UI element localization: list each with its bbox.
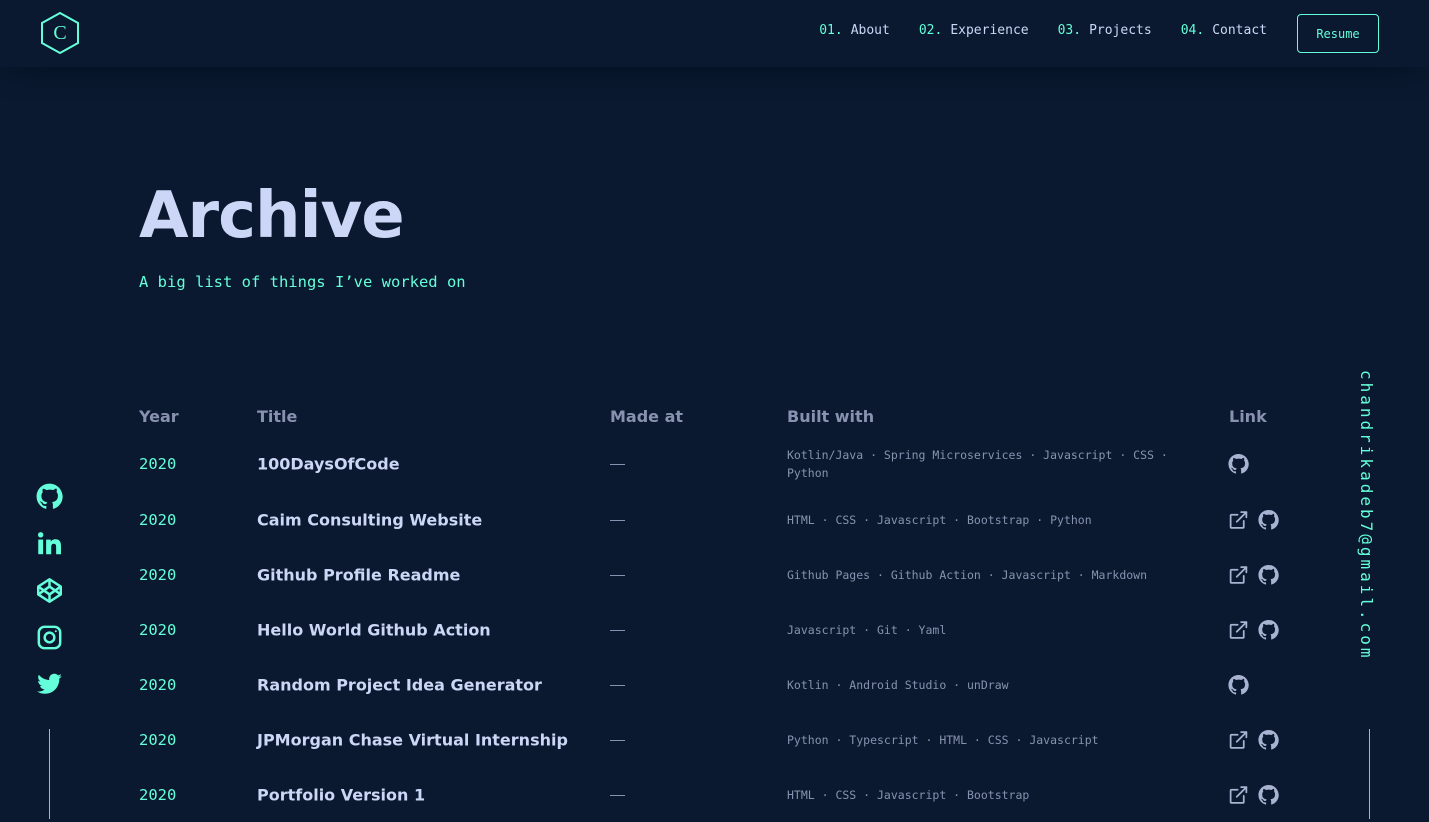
archive-table: Year Title Made at Built with Link 2020 1… xyxy=(139,398,1299,822)
nav-label: Experience xyxy=(950,23,1029,38)
row-built-with: Kotlin · Android Studio · unDraw xyxy=(787,677,1009,692)
table-body: 2020 100DaysOfCode — Kotlin/Java · Spring M… xyxy=(139,436,1299,822)
nav-label: Contact xyxy=(1212,23,1267,38)
row-title: Random Project Idea Generator xyxy=(257,675,542,694)
row-built-with: Github Pages · Github Action · Javascrip… xyxy=(787,567,1148,582)
external-link-icon[interactable] xyxy=(1228,619,1249,640)
nav-link-contact[interactable]: 04. Contact xyxy=(1181,23,1267,38)
page-subtitle: A big list of things I’ve worked on xyxy=(139,273,466,291)
row-built-with: Javascript · Git · Yaml xyxy=(787,622,947,637)
nav-number: 02. xyxy=(918,23,943,38)
external-link-icon[interactable] xyxy=(1228,784,1249,805)
header-made-at: Made at xyxy=(610,407,684,426)
row-year: 2020 xyxy=(139,510,177,529)
social-links xyxy=(36,483,63,718)
nav-link-about[interactable]: 01. About xyxy=(819,23,890,38)
nav-label: About xyxy=(850,23,890,38)
row-links xyxy=(1228,509,1279,530)
page-title: Archive xyxy=(139,179,405,253)
row-links xyxy=(1228,619,1279,640)
table-row: 2020 JPMorgan Chase Virtual Internship — Py… xyxy=(139,712,1299,767)
row-year: 2020 xyxy=(139,620,177,639)
row-year: 2020 xyxy=(139,785,177,804)
row-links xyxy=(1228,674,1249,695)
header-link: Link xyxy=(1229,407,1267,426)
row-year: 2020 xyxy=(139,565,177,584)
nav-link-experience[interactable]: 02. Experience xyxy=(919,23,1029,38)
external-link-icon[interactable] xyxy=(1228,509,1249,530)
row-links xyxy=(1228,564,1279,585)
table-row: 2020 100DaysOfCode — Kotlin/Java · Spring M… xyxy=(139,436,1299,492)
row-built-with: HTML · CSS · Javascript · Bootstrap xyxy=(787,787,1030,802)
row-built-with: Python · Typescript · HTML · CSS · Javas… xyxy=(787,732,1099,747)
header-title: Title xyxy=(257,407,298,426)
top-nav: C 01. About 02. Experience 03. Projects … xyxy=(0,0,1429,67)
nav-number: 01. xyxy=(819,23,843,38)
row-made-at: — xyxy=(610,731,625,748)
table-row: 2020 Caim Consulting Website — HTML · CSS ·… xyxy=(139,492,1299,547)
row-made-at: — xyxy=(610,566,625,583)
row-year: 2020 xyxy=(139,455,177,473)
row-links xyxy=(1228,453,1249,475)
email-link[interactable]: chandrikadeb7@gmail.com xyxy=(1357,370,1376,661)
table-row: 2020 Github Profile Readme — Github Pages ·… xyxy=(139,547,1299,602)
github-icon[interactable] xyxy=(1258,509,1279,530)
github-icon[interactable] xyxy=(1258,564,1279,585)
logo[interactable]: C xyxy=(39,11,81,55)
row-year: 2020 xyxy=(139,675,177,694)
nav-label: Projects xyxy=(1089,23,1152,38)
table-row: 2020 Portfolio Version 1 — HTML · CSS · Jav… xyxy=(139,767,1299,822)
linkedin-icon[interactable] xyxy=(36,530,63,557)
github-icon[interactable] xyxy=(1258,619,1279,640)
row-made-at: — xyxy=(610,621,625,638)
row-year: 2020 xyxy=(139,730,177,749)
row-built-with: Kotlin/Java · Spring Microservices · Jav… xyxy=(787,448,1168,480)
twitter-icon[interactable] xyxy=(36,671,63,698)
github-icon[interactable] xyxy=(36,483,63,510)
external-link-icon[interactable] xyxy=(1228,729,1249,750)
row-title: Github Profile Readme xyxy=(257,565,461,584)
row-title: Caim Consulting Website xyxy=(257,510,483,529)
table-row: 2020 Hello World Github Action — Javascript… xyxy=(139,602,1299,657)
email-divider-line xyxy=(1369,729,1370,819)
row-made-at: — xyxy=(610,511,625,528)
row-links xyxy=(1228,784,1279,805)
nav-number: 03. xyxy=(1057,23,1082,38)
github-icon[interactable] xyxy=(1258,729,1279,750)
resume-button[interactable]: Resume xyxy=(1297,14,1379,53)
row-made-at: — xyxy=(610,455,625,473)
nav-number: 04. xyxy=(1180,23,1205,38)
nav-links: 01. About 02. Experience 03. Projects 04… xyxy=(819,23,1267,38)
row-title: Hello World Github Action xyxy=(257,620,491,639)
row-made-at: — xyxy=(610,786,625,803)
logo-letter: C xyxy=(53,21,67,44)
github-icon[interactable] xyxy=(1258,784,1279,805)
instagram-icon[interactable] xyxy=(36,624,63,651)
table-header: Year Title Made at Built with Link xyxy=(139,398,1299,436)
nav-link-projects[interactable]: 03. Projects xyxy=(1058,23,1152,38)
row-title: JPMorgan Chase Virtual Internship xyxy=(257,730,568,749)
external-link-icon[interactable] xyxy=(1228,564,1249,585)
row-links xyxy=(1228,729,1279,750)
header-built-with: Built with xyxy=(787,407,875,426)
row-title: 100DaysOfCode xyxy=(257,454,400,474)
github-icon[interactable] xyxy=(1228,453,1249,475)
row-title: Portfolio Version 1 xyxy=(257,785,426,804)
row-built-with: HTML · CSS · Javascript · Bootstrap · Py… xyxy=(787,512,1092,527)
table-row: 2020 Random Project Idea Generator — Kotlin… xyxy=(139,657,1299,712)
github-icon[interactable] xyxy=(1228,674,1249,695)
header-year: Year xyxy=(139,407,179,426)
row-made-at: — xyxy=(610,676,625,693)
social-divider-line xyxy=(49,729,50,819)
codepen-icon[interactable] xyxy=(36,577,63,604)
